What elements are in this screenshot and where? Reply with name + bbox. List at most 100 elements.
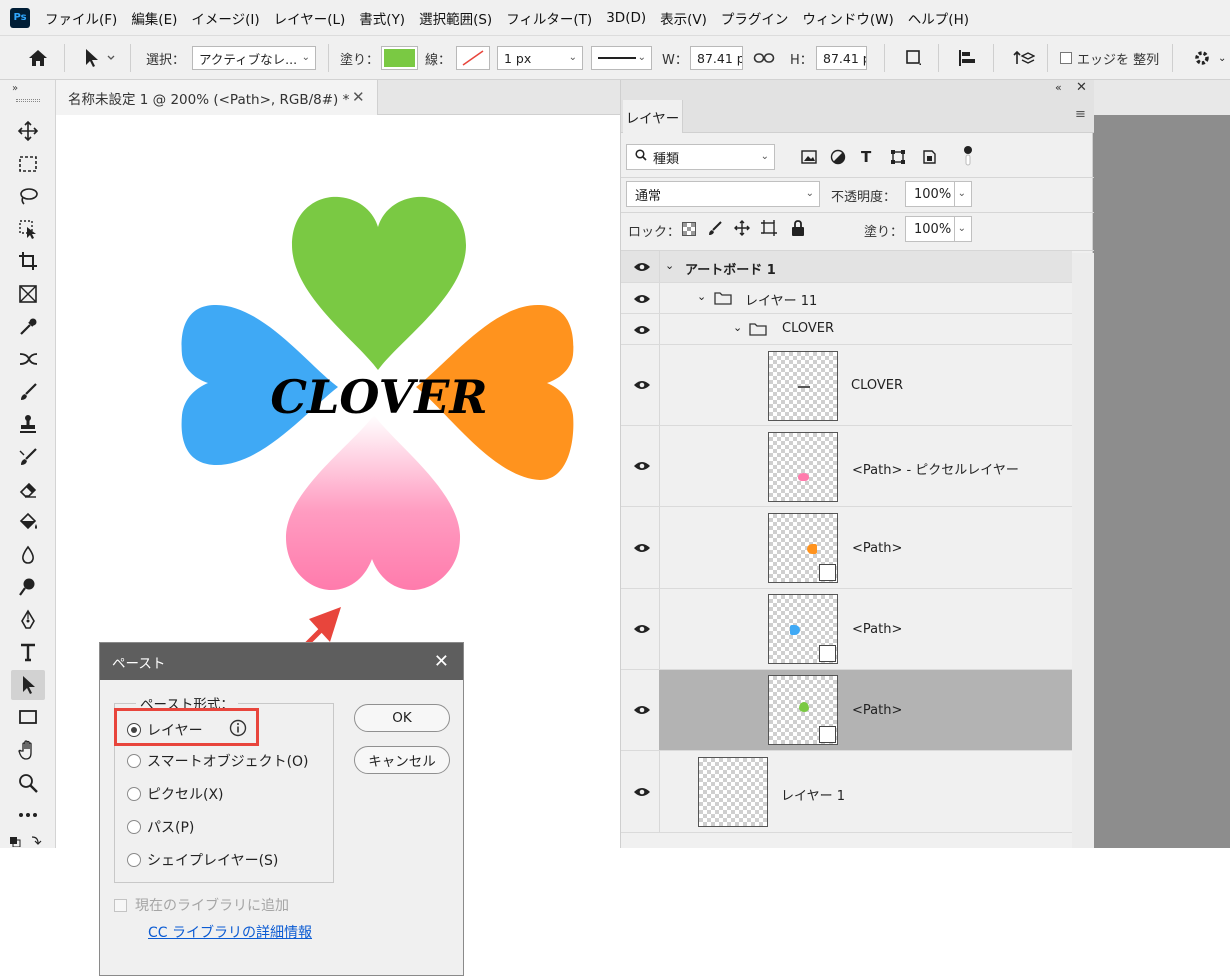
checkbox-box[interactable] (114, 898, 127, 912)
move-tool-icon[interactable] (11, 116, 45, 146)
pink-heart-shape[interactable] (285, 415, 461, 590)
radio-button[interactable] (127, 754, 141, 768)
menu-filter[interactable]: フィルター(T) (499, 8, 599, 28)
layer-row-artboard[interactable]: ⌄ アートボード 1 (621, 251, 1072, 283)
close-icon[interactable]: ✕ (1076, 80, 1087, 95)
color-swatches-icon[interactable] (10, 835, 46, 848)
layer-filter-dropdown[interactable]: 種類 ⌄ (626, 144, 775, 170)
clover-text[interactable]: CLOVER (270, 370, 487, 424)
object-selection-tool-icon[interactable] (11, 214, 45, 244)
align-edges-checkbox-box[interactable] (1060, 52, 1072, 64)
stroke-style-dropdown[interactable]: ⌄ (591, 46, 652, 70)
menu-image[interactable]: イメージ(I) (184, 8, 266, 28)
layer-row[interactable]: <Path> (621, 507, 1072, 589)
fill-opacity-input[interactable]: 100% ⌄ (905, 216, 972, 242)
paint-bucket-tool-icon[interactable] (11, 507, 45, 537)
menu-layer[interactable]: レイヤー(L) (267, 8, 353, 28)
more-tools-icon[interactable] (11, 800, 45, 830)
fill-swatch[interactable] (381, 46, 418, 70)
panel-menu-icon[interactable]: ≡ (1075, 107, 1086, 122)
layer-row[interactable]: CLOVER (621, 345, 1072, 426)
collapse-panel-icon[interactable]: « (1055, 81, 1062, 94)
radio-smart-object[interactable]: スマートオブジェクト(O) (127, 750, 309, 772)
layer-row-visibility[interactable] (621, 670, 659, 751)
eye-icon[interactable] (633, 542, 651, 554)
menu-edit[interactable]: 編集(E) (124, 8, 184, 28)
green-heart-shape[interactable] (292, 196, 466, 370)
eye-icon[interactable] (633, 623, 651, 635)
path-alignment-icon[interactable] (957, 36, 979, 80)
tab-layers[interactable]: レイヤー (623, 100, 683, 133)
menu-window[interactable]: ウィンドウ(W) (795, 8, 900, 28)
path-operations-icon[interactable] (904, 36, 924, 80)
zoom-tool-icon[interactable] (11, 768, 45, 798)
menu-file[interactable]: ファイル(F) (38, 8, 124, 28)
pen-tool-icon[interactable] (11, 605, 45, 635)
radio-button[interactable] (127, 787, 141, 801)
type-layer-filter-icon[interactable]: T (861, 148, 871, 166)
path-selection-tool-preset-icon[interactable] (82, 36, 118, 80)
rectangle-tool-icon[interactable] (11, 702, 45, 732)
close-icon[interactable]: ✕ (352, 88, 365, 106)
cancel-button[interactable]: キャンセル (354, 746, 450, 774)
radio-pixels[interactable]: ピクセル(X) (127, 783, 224, 805)
document-tab[interactable]: 名称未設定 1 @ 200% (<Path>, RGB/8#) * (56, 80, 378, 115)
crop-tool-icon[interactable] (11, 246, 45, 276)
path-arrangement-icon[interactable] (1011, 36, 1035, 80)
eye-icon[interactable] (633, 460, 651, 472)
chevron-down-icon[interactable]: ⌄ (1218, 36, 1226, 80)
layer-row[interactable]: レイヤー 1 (621, 751, 1072, 833)
brush-tool-icon[interactable] (11, 377, 45, 407)
eye-icon[interactable] (633, 704, 651, 716)
healing-brush-tool-icon[interactable] (11, 344, 45, 374)
lock-transparency-icon[interactable] (682, 222, 696, 240)
link-icon[interactable] (753, 36, 775, 80)
eyedropper-tool-icon[interactable] (11, 312, 45, 342)
hand-tool-icon[interactable] (11, 735, 45, 765)
lock-all-icon[interactable] (791, 220, 805, 240)
expand-panel-icon[interactable]: » (12, 83, 18, 94)
menu-plugins[interactable]: プラグイン (714, 8, 796, 28)
radio-path[interactable]: パス(P) (127, 816, 194, 838)
opacity-input[interactable]: 100% ⌄ (905, 181, 972, 207)
menu-select[interactable]: 選択範囲(S) (412, 8, 499, 28)
dodge-tool-icon[interactable] (11, 572, 45, 602)
menu-view[interactable]: 表示(V) (653, 8, 714, 28)
gear-icon[interactable] (1192, 36, 1212, 80)
stroke-width-input[interactable]: 1 px ⌄ (497, 46, 583, 70)
toolbox-grip[interactable] (16, 99, 40, 102)
radio-button[interactable] (127, 820, 141, 834)
layer-row-group[interactable]: ⌄ CLOVER (621, 314, 1072, 345)
direct-selection-tool-icon[interactable] (11, 670, 45, 700)
blend-mode-dropdown[interactable]: 通常 ⌄ (626, 181, 820, 207)
pixel-layer-filter-icon[interactable] (801, 150, 817, 168)
eye-icon[interactable] (633, 261, 651, 273)
cc-library-link[interactable]: CC ライブラリの詳細情報 (148, 922, 312, 942)
history-brush-tool-icon[interactable] (11, 442, 45, 472)
marquee-tool-icon[interactable] (11, 149, 45, 179)
layer-row[interactable]: <Path> - ピクセルレイヤー (621, 426, 1072, 507)
home-icon[interactable] (26, 36, 50, 80)
eraser-tool-icon[interactable] (11, 474, 45, 504)
frame-tool-icon[interactable] (11, 279, 45, 309)
menu-type[interactable]: 書式(Y) (352, 8, 412, 28)
chevron-down-icon[interactable]: ⌄ (697, 290, 706, 303)
adjustment-layer-filter-icon[interactable] (830, 149, 846, 169)
blur-tool-icon[interactable] (11, 540, 45, 570)
eye-icon[interactable] (633, 293, 651, 305)
stamp-tool-icon[interactable] (11, 409, 45, 439)
smart-object-filter-icon[interactable] (921, 149, 937, 169)
lock-pixels-brush-icon[interactable] (707, 220, 723, 240)
select-dropdown[interactable]: アクティブなレ... ⌄ (192, 46, 316, 70)
width-input[interactable]: 87.41 p (690, 46, 743, 70)
lock-artboard-icon[interactable] (761, 220, 777, 240)
align-edges-checkbox[interactable]: エッジを 整列 (1060, 36, 1159, 80)
lock-position-move-icon[interactable] (734, 220, 750, 240)
ok-button[interactable]: OK (354, 704, 450, 732)
menu-3d[interactable]: 3D(D) (599, 10, 653, 26)
eye-icon[interactable] (633, 786, 651, 798)
add-to-library-checkbox[interactable]: 現在のライブラリに追加 (114, 895, 289, 915)
close-icon[interactable]: ✕ (434, 651, 449, 672)
filter-toggle-icon[interactable] (963, 145, 973, 171)
type-tool-icon[interactable] (11, 637, 45, 667)
